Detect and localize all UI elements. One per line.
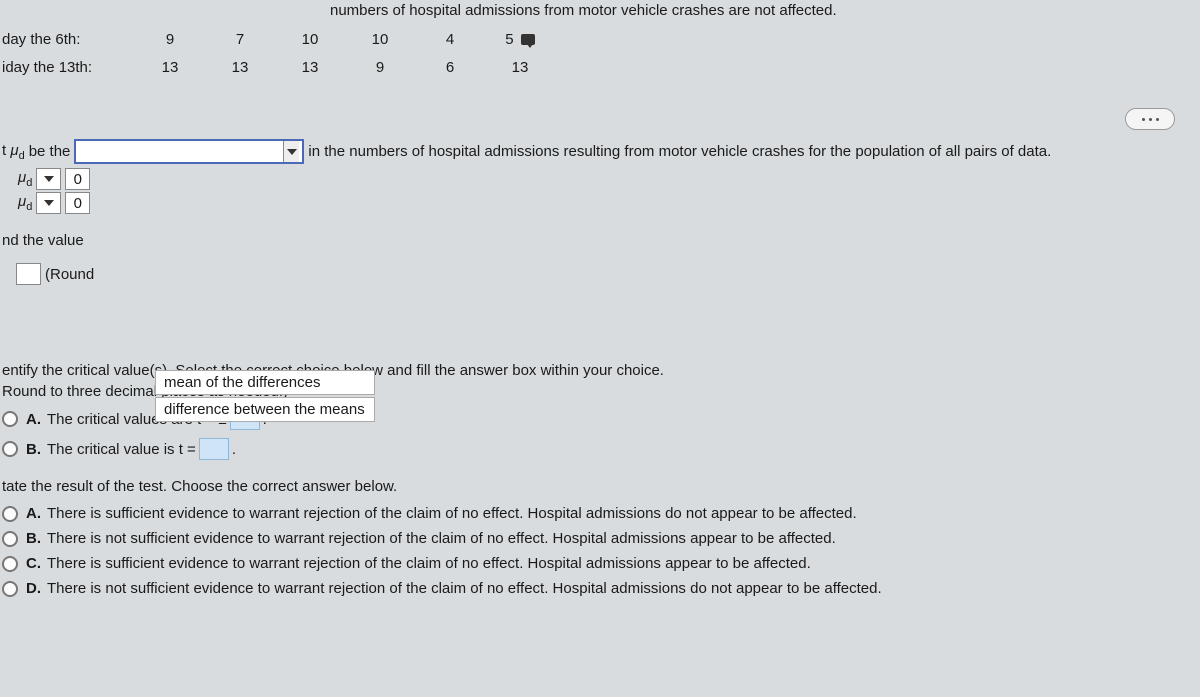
data-cell: 9 (135, 31, 205, 48)
find-value-line: nd the value (0, 232, 1200, 249)
h0-operator-dropdown[interactable] (36, 168, 61, 190)
dropdown-option-mean-diff[interactable]: mean of the differences (155, 370, 375, 395)
data-cell: 13 (205, 59, 275, 76)
data-table: day the 6th: 9 7 10 10 4 5 iday the 13th… (0, 25, 555, 81)
data-cell: 5 (485, 31, 555, 48)
radio-button[interactable] (2, 506, 18, 522)
radio-button[interactable] (2, 441, 18, 457)
data-cell: 4 (415, 31, 485, 48)
hypotheses: μd 0 μd 0 (0, 168, 1200, 214)
hyp-label: μd (18, 169, 32, 189)
data-text: 5 (505, 31, 513, 48)
option-letter: A. (26, 411, 41, 428)
chevron-down-icon (44, 200, 54, 206)
row-label-13th: iday the 13th: (0, 59, 135, 76)
data-cell: 6 (415, 59, 485, 76)
option-text: The critical value is t = (47, 441, 196, 458)
option-letter: A. (26, 505, 41, 522)
more-options-button[interactable] (1125, 108, 1175, 130)
result-option-a: A. There is sufficient evidence to warra… (0, 505, 1200, 522)
radio-button[interactable] (2, 581, 18, 597)
dropdown-option-diff-means[interactable]: difference between the means (155, 397, 375, 422)
data-cell: 10 (345, 31, 415, 48)
data-cell: 10 (275, 31, 345, 48)
h1-operator-dropdown[interactable] (36, 192, 61, 214)
option-suffix: . (232, 441, 236, 458)
critical-option-b: B. The critical value is t = . (0, 438, 1200, 460)
mud-be-the: be the (29, 143, 71, 160)
data-cell: 13 (135, 59, 205, 76)
chevron-down-icon (283, 141, 299, 162)
option-letter: C. (26, 555, 41, 572)
option-letter: B. (26, 441, 41, 458)
radio-button[interactable] (2, 556, 18, 572)
chat-icon[interactable] (521, 34, 535, 45)
mud-after: in the numbers of hospital admissions re… (308, 143, 1051, 160)
round-text: (Round (45, 266, 94, 283)
radio-button[interactable] (2, 411, 18, 427)
h1-value-input[interactable]: 0 (65, 192, 90, 214)
result-instruction: tate the result of the test. Choose the … (0, 478, 1200, 495)
problem-intro-text: numbers of hospital admissions from moto… (330, 2, 837, 19)
option-text: There is sufficient evidence to warrant … (47, 505, 857, 522)
data-cell: 13 (485, 59, 555, 76)
chevron-down-icon (44, 176, 54, 182)
dropdown-options-popup: mean of the differences difference betwe… (155, 370, 375, 424)
round-line: (Round (0, 263, 1200, 285)
row-label-6th: day the 6th: (0, 31, 135, 48)
mud-definition-dropdown[interactable] (74, 139, 304, 164)
data-cell: 9 (345, 59, 415, 76)
h0-value-input[interactable]: 0 (65, 168, 90, 190)
table-row: iday the 13th: 13 13 13 9 6 13 (0, 53, 555, 81)
mud-prefix: t μd (2, 142, 25, 162)
result-option-b: B. There is not sufficient evidence to w… (0, 530, 1200, 547)
critical-b-input[interactable] (199, 438, 229, 460)
mud-definition-line: t μd be the in the numbers of hospital a… (0, 139, 1200, 164)
data-cell: 13 (275, 59, 345, 76)
option-text: There is not sufficient evidence to warr… (47, 580, 882, 597)
hypothesis-row-h0: μd 0 (2, 168, 1200, 190)
hypothesis-row-h1: μd 0 (2, 192, 1200, 214)
question-body: t μd be the in the numbers of hospital a… (0, 135, 1200, 605)
find-value-text: nd the value (2, 232, 84, 249)
test-stat-input[interactable] (16, 263, 41, 285)
result-option-d: D. There is not sufficient evidence to w… (0, 580, 1200, 597)
option-text: There is not sufficient evidence to warr… (47, 530, 836, 547)
result-option-c: C. There is sufficient evidence to warra… (0, 555, 1200, 572)
option-text: There is sufficient evidence to warrant … (47, 555, 811, 572)
option-letter: B. (26, 530, 41, 547)
table-row: day the 6th: 9 7 10 10 4 5 (0, 25, 555, 53)
option-letter: D. (26, 580, 41, 597)
hyp-label: μd (18, 193, 32, 213)
data-cell: 7 (205, 31, 275, 48)
radio-button[interactable] (2, 531, 18, 547)
